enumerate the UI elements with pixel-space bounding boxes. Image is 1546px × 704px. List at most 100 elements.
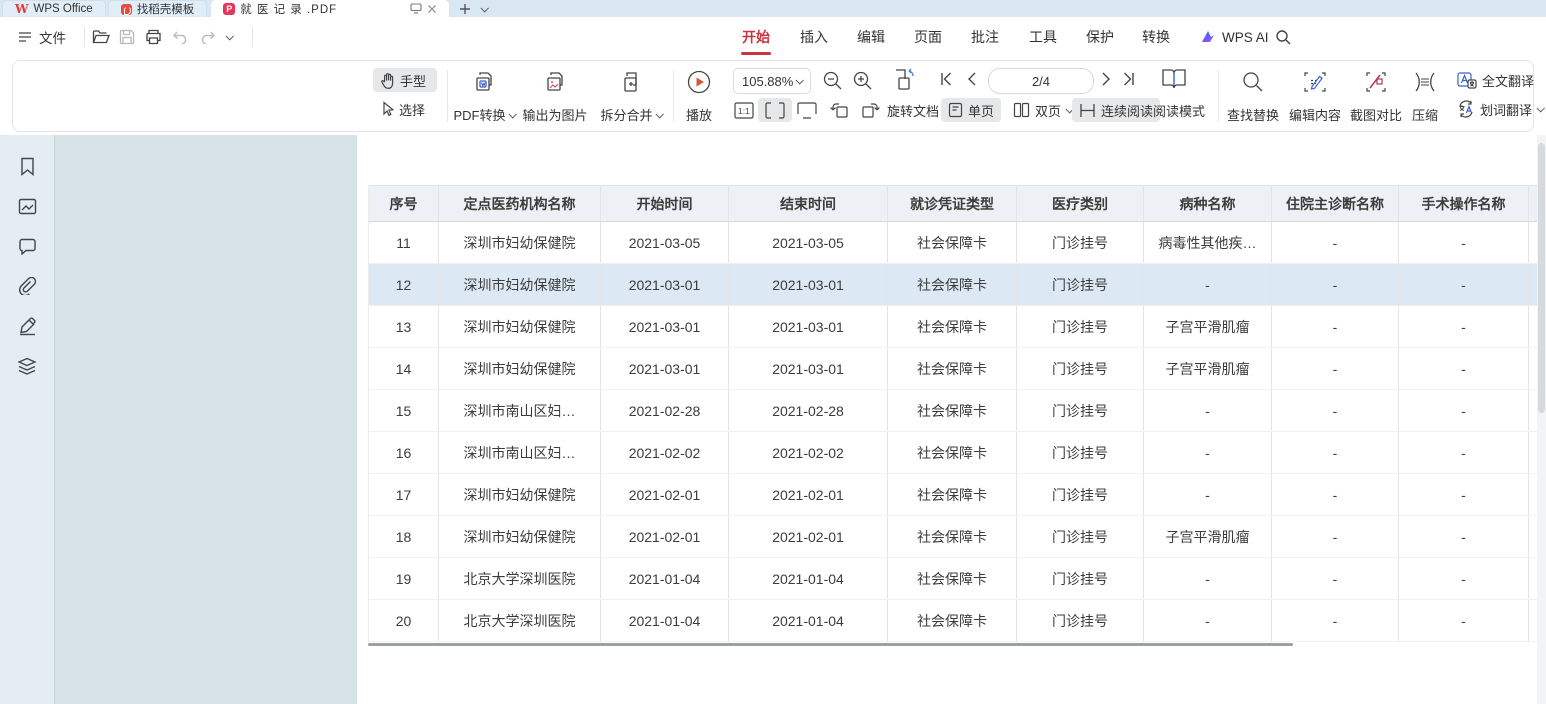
- zoom-in-button[interactable]: [852, 70, 873, 91]
- full-translate-icon: [1457, 72, 1477, 89]
- find-replace-button[interactable]: 查找替换: [1222, 65, 1284, 127]
- compress-button[interactable]: 压缩: [1406, 65, 1444, 127]
- quick-access-chevron-icon[interactable]: [226, 17, 232, 57]
- menu-tab-page[interactable]: 页面: [914, 17, 942, 57]
- comment-icon: [18, 238, 37, 255]
- table-cell: 门诊挂号: [1017, 390, 1144, 431]
- fit-width-button[interactable]: [758, 98, 792, 122]
- table-cell: 子宫平滑肌瘤: [1144, 306, 1272, 347]
- zoom-level-dropdown[interactable]: 105.88%: [733, 68, 811, 94]
- table-cell: 社会保障卡: [888, 348, 1017, 389]
- menu-tab-protect[interactable]: 保护: [1086, 17, 1114, 57]
- table-header-cell: 结束时间: [729, 186, 888, 221]
- tab-docer-templates[interactable]: 找稻壳模板: [108, 0, 208, 17]
- wps-logo-icon: W: [15, 2, 28, 16]
- sidebar-item-attachments[interactable]: [12, 275, 42, 297]
- compress-icon: [1412, 68, 1438, 96]
- sidebar-item-thumbnails[interactable]: [12, 195, 42, 217]
- save-icon[interactable]: [119, 17, 135, 57]
- table-cell: 16: [369, 432, 439, 473]
- double-page-icon: [1013, 102, 1030, 118]
- table-row: 12深圳市妇幼保健院2021-03-012021-03-01社会保障卡门诊挂号-…: [369, 264, 1546, 306]
- menu-tab-edit[interactable]: 编辑: [857, 17, 885, 57]
- select-tool-button[interactable]: 选择: [373, 97, 437, 121]
- last-page-button[interactable]: [1122, 71, 1136, 87]
- table-cell: 2021-03-01: [729, 264, 888, 305]
- menu-tab-convert[interactable]: 转换: [1142, 17, 1170, 57]
- single-page-icon: [948, 102, 963, 118]
- vertical-scrollbar[interactable]: [1537, 135, 1546, 704]
- rotate-document-button[interactable]: 旋转文档: [880, 98, 946, 122]
- edit-content-button[interactable]: 编辑内容: [1284, 65, 1346, 127]
- new-tab-icon[interactable]: [459, 3, 471, 15]
- table-cell: 2021-02-01: [601, 474, 729, 515]
- table-cell: 2021-02-28: [601, 390, 729, 431]
- table-cell: 2021-03-01: [729, 306, 888, 347]
- table-cell: 北京大学深圳医院: [439, 600, 601, 641]
- menu-tab-comment[interactable]: 批注: [971, 17, 999, 57]
- next-page-button[interactable]: [1100, 71, 1112, 87]
- open-file-icon[interactable]: [92, 17, 111, 57]
- screenshot-compare-button[interactable]: 截图对比: [1345, 65, 1407, 127]
- play-button[interactable]: 播放: [676, 65, 722, 127]
- table-header-row: 序号 定点医药机构名称 开始时间 结束时间 就诊凭证类型 医疗类别 病种名称 住…: [369, 185, 1546, 222]
- table-cell: 门诊挂号: [1017, 474, 1144, 515]
- menu-tab-insert[interactable]: 插入: [800, 17, 828, 57]
- read-mode-button[interactable]: 阅读模式: [1146, 98, 1212, 122]
- pdf-convert-button[interactable]: PDF转换: [449, 65, 519, 127]
- scrollbar-thumb[interactable]: [1538, 143, 1545, 413]
- full-text-translate-button[interactable]: 全文翻译: [1450, 68, 1541, 92]
- hand-icon: [380, 72, 395, 89]
- table-cell: 2021-03-01: [601, 264, 729, 305]
- table-body: 11深圳市妇幼保健院2021-03-052021-03-05社会保障卡门诊挂号病…: [369, 222, 1546, 642]
- zoom-out-button[interactable]: [822, 70, 843, 91]
- fit-page-button[interactable]: [790, 98, 824, 122]
- table-cell: 2021-01-04: [729, 558, 888, 599]
- word-translate-button[interactable]: 划词翻译: [1450, 97, 1546, 121]
- medical-records-table: 序号 定点医药机构名称 开始时间 结束时间 就诊凭证类型 医疗类别 病种名称 住…: [368, 185, 1546, 642]
- first-page-button[interactable]: [939, 71, 953, 87]
- sidebar-item-layers[interactable]: [12, 355, 42, 377]
- page-number-input[interactable]: [989, 69, 1093, 93]
- sidebar-item-bookmarks[interactable]: [12, 155, 42, 177]
- tab-wps-office[interactable]: W WPS Office: [2, 0, 106, 17]
- sidebar-item-comments[interactable]: [12, 235, 42, 257]
- table-cell: -: [1272, 306, 1399, 347]
- table-cell: 18: [369, 516, 439, 557]
- table-header-cell: 手术操作名称: [1399, 186, 1529, 221]
- menu-tab-home[interactable]: 开始: [742, 17, 770, 57]
- tab-label: 找稻壳模板: [137, 1, 195, 17]
- table-cell: -: [1399, 558, 1529, 599]
- table-cell: -: [1272, 432, 1399, 473]
- word-translate-icon: [1457, 100, 1475, 118]
- menu-search-icon[interactable]: [1275, 17, 1291, 57]
- print-icon[interactable]: [145, 17, 162, 57]
- table-cell: 14: [369, 348, 439, 389]
- double-page-button[interactable]: 双页: [1006, 98, 1079, 122]
- tab-list-chevron-icon[interactable]: [481, 4, 489, 12]
- split-merge-chevron-icon: [655, 110, 663, 118]
- file-menu-button[interactable]: 文件: [18, 17, 66, 57]
- sidebar-item-signature[interactable]: [12, 315, 42, 337]
- actual-size-button[interactable]: 1:1: [727, 98, 761, 122]
- close-tab-icon[interactable]: [427, 4, 437, 14]
- pdf-convert-label: PDF转换: [453, 105, 505, 124]
- undo-icon[interactable]: [172, 17, 189, 57]
- wps-ai-button[interactable]: WPS AI: [1200, 17, 1269, 57]
- bookmark-icon: [19, 157, 36, 176]
- split-merge-button[interactable]: 拆分合并: [595, 65, 667, 127]
- menu-tab-tools[interactable]: 工具: [1029, 17, 1057, 57]
- table-cell: -: [1399, 516, 1529, 557]
- share-to-device-icon[interactable]: [410, 3, 422, 14]
- table-cell: 深圳市妇幼保健院: [439, 474, 601, 515]
- redo-icon[interactable]: [199, 17, 216, 57]
- pdf-convert-icon: [472, 68, 496, 96]
- single-page-button[interactable]: 单页: [941, 98, 1001, 122]
- wps-ai-logo-icon: [1200, 30, 1216, 44]
- export-as-image-button[interactable]: 输出为图片: [517, 65, 593, 127]
- prev-page-button[interactable]: [966, 71, 978, 87]
- cursor-icon: [380, 101, 394, 117]
- table-cell: 门诊挂号: [1017, 306, 1144, 347]
- tab-document-pdf[interactable]: P 就 医 记 录 .PDF: [211, 0, 449, 17]
- hand-tool-button[interactable]: 手型: [373, 68, 437, 92]
